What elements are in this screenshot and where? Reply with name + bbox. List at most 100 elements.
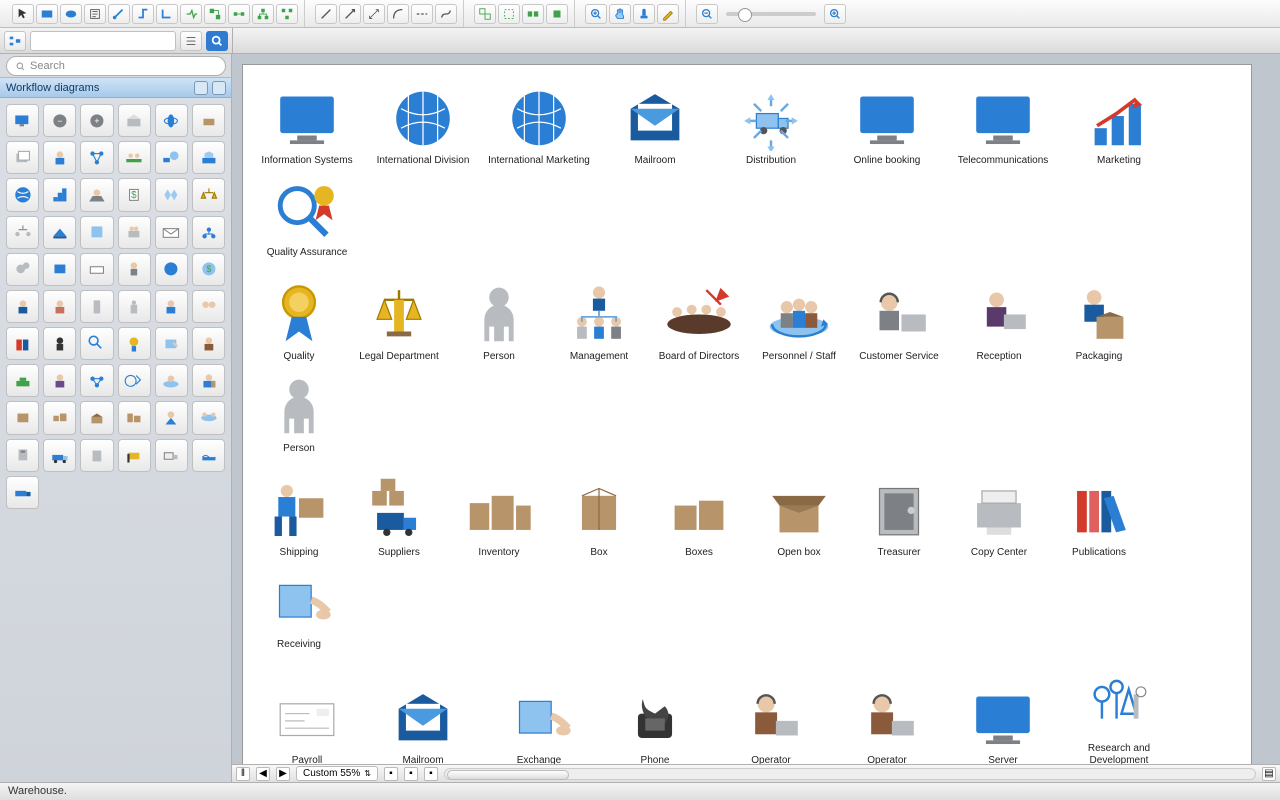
tree-toggle-button[interactable] xyxy=(4,31,26,51)
horizontal-scrollbar[interactable] xyxy=(444,768,1256,780)
library-thumb[interactable] xyxy=(155,141,188,174)
canvas-shape[interactable]: Payroll xyxy=(253,681,361,764)
canvas-shape[interactable]: Phone xyxy=(601,681,709,764)
panel-toggle-right[interactable]: ▤ xyxy=(1262,767,1276,781)
canvas-shape[interactable]: Management xyxy=(553,277,645,363)
library-thumb[interactable] xyxy=(43,401,76,434)
library-thumb[interactable] xyxy=(80,178,113,211)
canvas-shape[interactable]: Board of Directors xyxy=(653,277,745,363)
library-thumb[interactable] xyxy=(43,253,76,286)
canvas-shape[interactable]: Operator xyxy=(717,681,825,764)
connector3-button[interactable] xyxy=(156,4,178,24)
library-thumb[interactable] xyxy=(118,364,151,397)
view-mode-3[interactable]: ▪ xyxy=(424,767,438,781)
canvas-shape[interactable]: Packaging xyxy=(1053,277,1145,363)
canvas-shape[interactable]: Quality Assurance xyxy=(253,173,361,259)
library-thumb[interactable] xyxy=(43,216,76,249)
canvas-shape[interactable]: Open box xyxy=(753,473,845,559)
bezier-tool-button[interactable] xyxy=(435,4,457,24)
library-thumb[interactable] xyxy=(6,401,39,434)
library-thumb[interactable] xyxy=(192,290,225,323)
canvas-shape[interactable]: Customer Service xyxy=(853,277,945,363)
canvas-shape[interactable]: Reception xyxy=(953,277,1045,363)
group3-button[interactable] xyxy=(522,4,544,24)
canvas-shape[interactable]: Information Systems xyxy=(253,81,361,167)
library-thumb[interactable] xyxy=(118,253,151,286)
library-thumb[interactable] xyxy=(80,253,113,286)
library-thumb[interactable] xyxy=(6,178,39,211)
library-thumb[interactable]: $ xyxy=(192,253,225,286)
canvas-shape[interactable]: Shipping xyxy=(253,473,345,559)
library-thumb[interactable] xyxy=(43,439,76,472)
library-thumb[interactable] xyxy=(192,216,225,249)
zoom-level-select[interactable]: Custom 55%⇅ xyxy=(296,766,378,781)
zoom-in-button-2[interactable] xyxy=(824,4,846,24)
stamp-tool-button[interactable] xyxy=(633,4,655,24)
library-thumb[interactable] xyxy=(6,364,39,397)
canvas-shape[interactable]: Server xyxy=(949,681,1057,764)
pencil-tool-button[interactable] xyxy=(657,4,679,24)
canvas-shape[interactable]: Publications xyxy=(1053,473,1145,559)
library-thumb[interactable] xyxy=(192,364,225,397)
library-thumb[interactable] xyxy=(118,141,151,174)
pan-tool-button[interactable] xyxy=(609,4,631,24)
library-thumb[interactable]: + xyxy=(80,104,113,137)
library-thumb[interactable] xyxy=(43,290,76,323)
list-view-button[interactable] xyxy=(180,31,202,51)
library-thumb[interactable] xyxy=(155,439,188,472)
canvas-shape[interactable]: Marketing xyxy=(1065,81,1173,167)
connector4-button[interactable] xyxy=(180,4,202,24)
library-thumb[interactable] xyxy=(43,178,76,211)
arrow-tool-button[interactable] xyxy=(339,4,361,24)
zoom-out-button[interactable] xyxy=(696,4,718,24)
library-thumb[interactable] xyxy=(118,290,151,323)
canvas-shape[interactable]: Quality xyxy=(253,277,345,363)
page-prev-button[interactable]: ◀ xyxy=(256,767,270,781)
line-tool-button[interactable] xyxy=(315,4,337,24)
canvas-shape[interactable]: Suppliers xyxy=(353,473,445,559)
text-tool-button[interactable] xyxy=(84,4,106,24)
library-thumb[interactable] xyxy=(80,327,113,360)
page-first-button[interactable]: ‖ xyxy=(236,767,250,781)
library-thumb[interactable] xyxy=(118,216,151,249)
canvas-shape[interactable]: Treasurer xyxy=(853,473,945,559)
canvas-shape[interactable]: Exchange xyxy=(485,681,593,764)
canvas-shape[interactable]: Research and Development xyxy=(1065,669,1173,764)
ellipse-tool-button[interactable] xyxy=(60,4,82,24)
zoom-slider[interactable] xyxy=(726,12,816,16)
library-thumb[interactable] xyxy=(80,364,113,397)
library-thumb[interactable] xyxy=(6,216,39,249)
library-filter-input[interactable] xyxy=(30,31,176,51)
library-thumb[interactable] xyxy=(192,401,225,434)
library-thumb[interactable] xyxy=(80,141,113,174)
canvas-shape[interactable]: Legal Department xyxy=(353,277,445,363)
connector8-button[interactable] xyxy=(276,4,298,24)
library-thumb[interactable] xyxy=(118,104,151,137)
library-thumb[interactable] xyxy=(155,327,188,360)
library-thumb[interactable] xyxy=(43,141,76,174)
canvas-shape[interactable]: International Division xyxy=(369,81,477,167)
library-thumb[interactable] xyxy=(6,253,39,286)
library-thumb[interactable]: − xyxy=(43,104,76,137)
library-thumb[interactable] xyxy=(155,253,188,286)
page-next-button[interactable]: ▶ xyxy=(276,767,290,781)
canvas-shape[interactable]: Online booking xyxy=(833,81,941,167)
library-thumb[interactable] xyxy=(43,364,76,397)
canvas-shape[interactable]: Mailroom xyxy=(601,81,709,167)
canvas-shape[interactable]: Boxes xyxy=(653,473,745,559)
group1-button[interactable] xyxy=(474,4,496,24)
library-panel-header[interactable]: Workflow diagrams xyxy=(0,78,232,98)
library-thumb[interactable] xyxy=(155,401,188,434)
canvas-shape[interactable]: Personnel / Staff xyxy=(753,277,845,363)
library-thumb[interactable] xyxy=(155,364,188,397)
canvas-shape[interactable]: International Marketing xyxy=(485,81,593,167)
library-thumb[interactable] xyxy=(6,476,39,509)
connector2-button[interactable] xyxy=(132,4,154,24)
library-search-input[interactable]: Search xyxy=(6,56,226,76)
library-thumb[interactable] xyxy=(6,327,39,360)
library-thumb[interactable] xyxy=(155,178,188,211)
canvas-shape[interactable]: Receiving xyxy=(253,565,345,651)
canvas-shape[interactable]: Mailroom xyxy=(369,681,477,764)
view-mode-1[interactable]: ▪ xyxy=(384,767,398,781)
pointer-tool-button[interactable] xyxy=(12,4,34,24)
